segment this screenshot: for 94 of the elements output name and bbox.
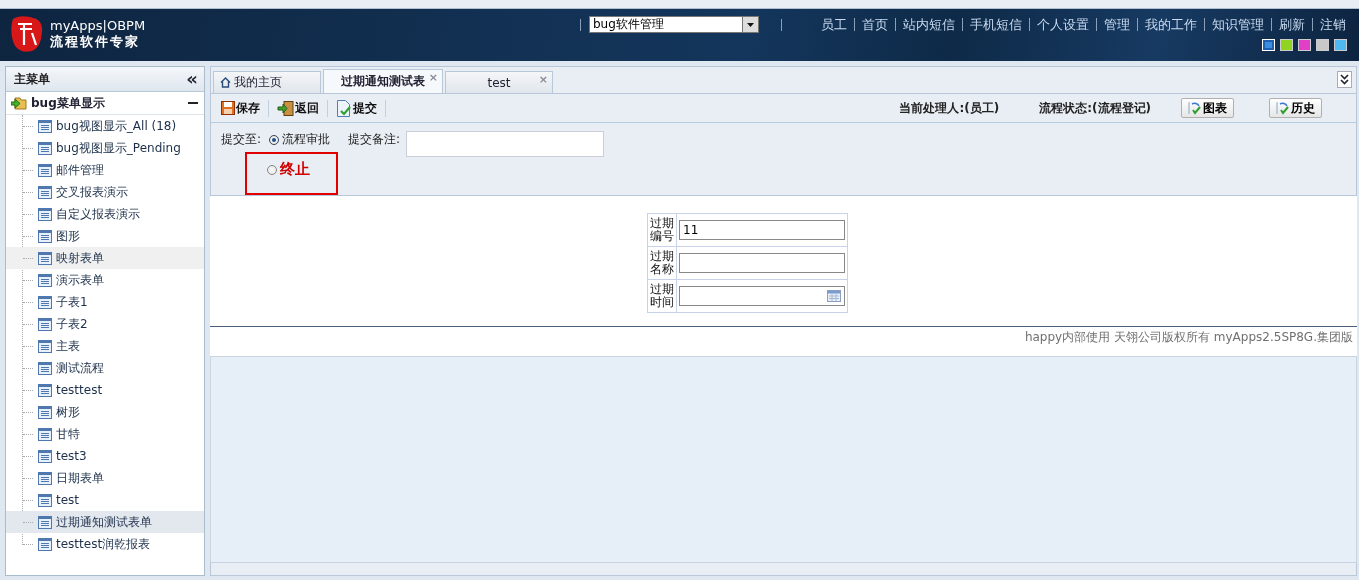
- door-arrow-icon: [277, 100, 294, 116]
- nav-link[interactable]: 刷新: [1271, 18, 1312, 31]
- document-check-icon: [336, 99, 352, 117]
- app-select[interactable]: bug软件管理: [589, 16, 759, 33]
- radio-button[interactable]: [267, 164, 278, 175]
- nav-link[interactable]: 注销: [1312, 18, 1353, 31]
- nav-link[interactable]: 手机短信: [962, 18, 1029, 31]
- menu-item[interactable]: 图形: [6, 225, 204, 247]
- table-icon: [38, 427, 52, 441]
- table-icon: [38, 119, 52, 133]
- table-icon: [38, 295, 52, 309]
- flow-status: 流程状态:(流程登记): [1039, 99, 1151, 117]
- menu-item[interactable]: 主表: [6, 335, 204, 357]
- input-field[interactable]: [679, 253, 845, 273]
- menu-item[interactable]: 子表1: [6, 291, 204, 313]
- radio-option[interactable]: 终止: [247, 154, 337, 193]
- brand-name: myApps|OBPM: [50, 18, 146, 34]
- table-icon: [38, 141, 52, 155]
- table-icon: [38, 449, 52, 463]
- menu-item[interactable]: 甘特: [6, 423, 204, 445]
- menu-item[interactable]: test: [6, 489, 204, 511]
- radio-button[interactable]: [269, 134, 280, 145]
- theme-swatch[interactable]: [1280, 39, 1293, 51]
- menu-item[interactable]: testtest: [6, 379, 204, 401]
- chart-button[interactable]: 历史: [1269, 98, 1322, 118]
- nav-link[interactable]: 首页: [854, 18, 895, 31]
- menu-item[interactable]: 日期表单: [6, 467, 204, 489]
- menu-group[interactable]: bug菜单显示: [6, 92, 204, 115]
- submit-to-label: 提交至:: [221, 131, 262, 148]
- sidebar-title: 主菜单: [14, 70, 50, 88]
- table-icon: [38, 515, 52, 529]
- menu-item[interactable]: 演示表单: [6, 269, 204, 291]
- date-field[interactable]: [679, 286, 845, 306]
- folder-arrow-icon: [11, 96, 27, 110]
- menu-item[interactable]: testtest润乾报表: [6, 533, 204, 555]
- tab[interactable]: 我的主页: [213, 71, 321, 93]
- table-icon: [38, 273, 52, 287]
- table-icon: [38, 383, 52, 397]
- remark-field[interactable]: [406, 131, 605, 157]
- menu-item[interactable]: bug视图显示_Pending: [6, 137, 204, 159]
- menu-item[interactable]: 自定义报表演示: [6, 203, 204, 225]
- toolbar-button[interactable]: 保存: [221, 99, 269, 117]
- table-icon: [38, 163, 52, 177]
- menu-item[interactable]: test3: [6, 445, 204, 467]
- field-label: 过期时间: [647, 279, 677, 313]
- table-icon: [38, 537, 52, 551]
- remark-label: 提交备注:: [348, 131, 401, 148]
- refresh-check-icon: [1188, 101, 1201, 115]
- chart-button[interactable]: 图表: [1181, 98, 1234, 118]
- nav-link[interactable]: 站内短信: [895, 18, 962, 31]
- nav-link[interactable]: 个人设置: [1029, 18, 1096, 31]
- menu-item[interactable]: 交叉报表演示: [6, 181, 204, 203]
- table-icon: [38, 339, 52, 353]
- theme-swatch[interactable]: [1316, 39, 1329, 51]
- table-icon: [38, 251, 52, 265]
- table-icon: [38, 471, 52, 485]
- table-icon: [38, 361, 52, 375]
- dropdown-arrow-icon: [747, 22, 754, 27]
- collapse-button[interactable]: «: [186, 72, 198, 86]
- nav-link[interactable]: 知识管理: [1204, 18, 1271, 31]
- calendar-icon[interactable]: [827, 290, 841, 302]
- radio-option[interactable]: 流程审批: [269, 131, 337, 148]
- table-icon: [38, 229, 52, 243]
- handler-status: 当前处理人:(员工): [899, 99, 1000, 117]
- nav-link[interactable]: 员工: [814, 18, 854, 31]
- home-icon: [220, 77, 231, 88]
- theme-swatch[interactable]: [1334, 39, 1347, 51]
- toolbar-button[interactable]: 提交: [336, 99, 386, 117]
- menu-item[interactable]: 测试流程: [6, 357, 204, 379]
- table-icon: [38, 317, 52, 331]
- tab[interactable]: 过期通知测试表 ×: [323, 69, 443, 93]
- theme-swatch[interactable]: [1298, 39, 1311, 51]
- table-icon: [38, 207, 52, 221]
- menu-item[interactable]: 过期通知测试表单: [6, 511, 204, 533]
- input-field[interactable]: 11: [679, 220, 845, 240]
- logo-icon: [10, 15, 44, 53]
- menu-item[interactable]: 邮件管理: [6, 159, 204, 181]
- menu-item[interactable]: bug视图显示_All (18): [6, 115, 204, 137]
- menu-item[interactable]: 子表2: [6, 313, 204, 335]
- tab[interactable]: test ×: [445, 71, 553, 93]
- chevron-down-icon[interactable]: [1337, 71, 1352, 88]
- table-icon: [38, 405, 52, 419]
- field-label: 过期名称: [647, 246, 677, 280]
- table-icon: [38, 185, 52, 199]
- copyright-text: happy内部使用 天翎公司版权所有 myApps2.5SP8G.集团版: [1024, 330, 1353, 344]
- toolbar-button[interactable]: 返回: [277, 99, 328, 117]
- field-label: 过期编号: [647, 213, 677, 247]
- refresh-check-icon: [1276, 101, 1289, 115]
- nav-link[interactable]: 我的工作: [1137, 18, 1204, 31]
- table-icon: [38, 493, 52, 507]
- nav-link[interactable]: 管理: [1096, 18, 1137, 31]
- menu-item[interactable]: 树形: [6, 401, 204, 423]
- brand-tagline: 流程软件专家: [50, 34, 140, 50]
- menu-item[interactable]: 映射表单: [6, 247, 204, 269]
